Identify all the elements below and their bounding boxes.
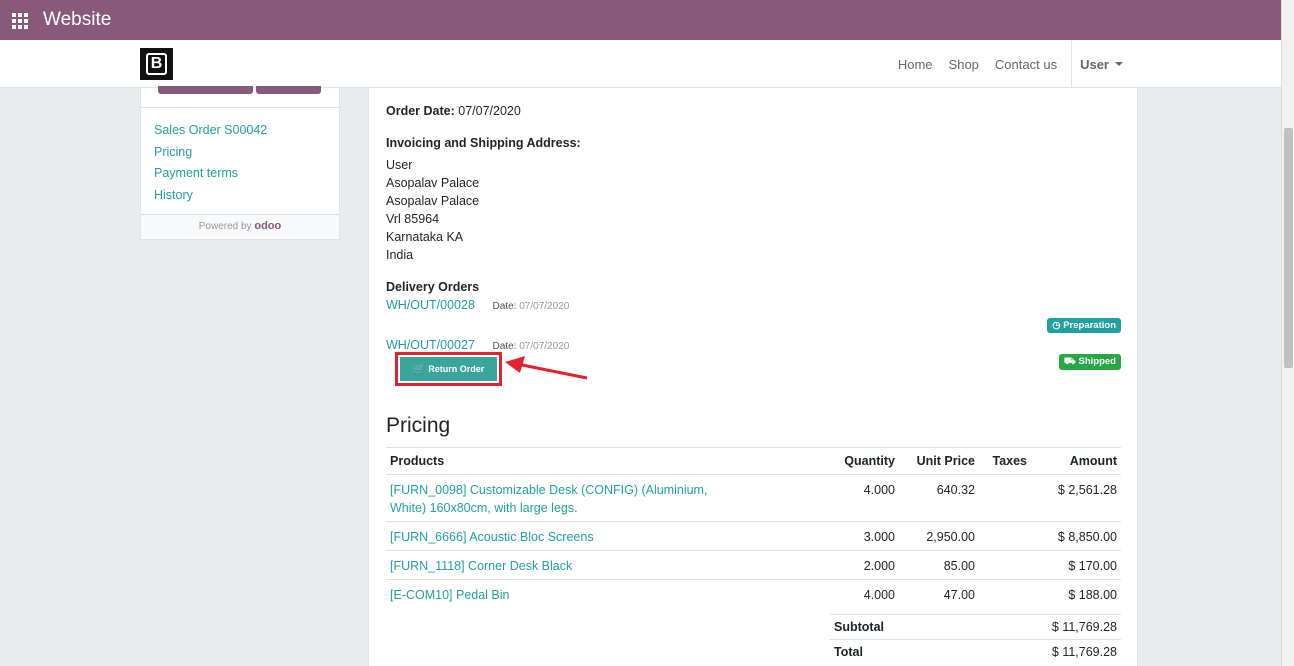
product-link[interactable]: [FURN_1118] Corner Desk Black (390, 559, 572, 573)
return-order-label: Return Order (428, 364, 485, 374)
pricing-heading: Pricing (386, 414, 451, 437)
address-line: User (386, 158, 413, 172)
user-menu[interactable]: User (1071, 40, 1131, 88)
website-navbar: B Home Shop Contact us User (0, 40, 1281, 88)
odoo-logo[interactable]: odoo (254, 220, 281, 232)
order-date: Order Date: 07/07/2020 (386, 102, 521, 120)
order-sidebar: Sales Order S00042 Pricing Payment terms… (140, 86, 340, 240)
product-link[interactable]: [E-COM10] Pedal Bin (390, 588, 510, 602)
col-products: Products (386, 447, 824, 475)
table-row: [FURN_1118] Corner Desk Black 2.000 85.0… (386, 550, 1121, 580)
table-row: [E-COM10] Pedal Bin 4.000 47.00 $ 188.00 (386, 580, 1121, 609)
subtotal-row: Subtotal $ 11,769.28 (830, 614, 1121, 640)
col-taxes: Taxes (979, 447, 1031, 475)
order-date-label: Order Date: (386, 104, 455, 118)
sidebar-action-button[interactable] (158, 86, 253, 94)
sidebar-link-sales-order[interactable]: Sales Order S00042 (154, 120, 326, 142)
taxes-cell (979, 474, 1031, 522)
price-cell: 640.32 (899, 474, 979, 522)
totals-table: Subtotal $ 11,769.28 Total $ 11,769.28 (830, 614, 1121, 664)
chevron-down-icon (1115, 62, 1123, 66)
scrollbar-thumb[interactable] (1284, 128, 1293, 368)
sidebar-link-history[interactable]: History (154, 185, 326, 207)
taxes-cell (979, 580, 1031, 609)
delivery-heading: Delivery Orders (386, 280, 480, 294)
return-order-highlight: 🛒 Return Order (395, 352, 502, 386)
address-block: User Asopalav Palace Asopalav Palace Vrl… (386, 156, 479, 264)
address-line: Asopalav Palace (386, 176, 480, 190)
app-topbar: Website (0, 0, 1281, 40)
table-row: [FURN_6666] Acoustic Bloc Screens 3.000 … (386, 521, 1121, 551)
col-unit-price: Unit Price (899, 447, 979, 475)
nav-links: Home Shop Contact us User (890, 40, 1131, 88)
qty-cell: 2.000 (824, 550, 899, 580)
company-logo[interactable]: B (140, 48, 173, 80)
amount-cell: $ 8,850.00 (1031, 521, 1121, 551)
delivery-date: Date: 07/07/2020 (492, 301, 570, 312)
sidebar-link-payment-terms[interactable]: Payment terms (154, 163, 326, 185)
powered-by: Powered by odoo (141, 215, 339, 237)
table-row: [FURN_0098] Customizable Desk (CONFIG) (… (386, 474, 1121, 522)
return-order-button[interactable]: 🛒 Return Order (400, 357, 497, 381)
price-cell: 2,950.00 (899, 521, 979, 551)
user-menu-label: User (1080, 56, 1109, 72)
sidebar-action-button[interactable] (256, 86, 321, 94)
nav-home-link[interactable]: Home (890, 57, 941, 72)
amount-cell: $ 170.00 (1031, 550, 1121, 580)
qty-cell: 3.000 (824, 521, 899, 551)
subtotal-value: $ 11,769.28 (958, 614, 1121, 640)
annotation-arrow (505, 356, 588, 380)
sidebar-actions (141, 86, 339, 108)
price-cell: 47.00 (943, 588, 975, 602)
delivery-row: WH/OUT/00028 Date: 07/07/2020 ◷ Preparat… (386, 296, 1121, 336)
apps-grid-icon[interactable] (12, 13, 28, 29)
app-title: Website (43, 9, 112, 30)
qty-cell: 4.000 (824, 474, 899, 522)
nav-contact-link[interactable]: Contact us (987, 57, 1065, 72)
amount-cell: $ 2,561.28 (1031, 474, 1121, 522)
address-heading: Invoicing and Shipping Address: (386, 136, 581, 150)
qty-cell: 4.000 (863, 588, 895, 602)
status-badge-shipped: ⛟ Shipped (1058, 354, 1121, 370)
amount-cell: $ 188.00 (1068, 588, 1117, 602)
address-line: Asopalav Palace (386, 194, 480, 208)
table-header-row: Products Quantity Unit Price Taxes Amoun… (386, 447, 1121, 475)
products-table: Products Quantity Unit Price Taxes Amoun… (386, 447, 1121, 608)
address-line: Vrl 85964 (386, 212, 440, 226)
subtotal-label: Subtotal (830, 614, 959, 640)
product-link[interactable]: [FURN_0098] Customizable Desk (CONFIG) (… (390, 483, 707, 515)
page-scrollbar[interactable] (1281, 0, 1294, 666)
sidebar-nav: Sales Order S00042 Pricing Payment terms… (141, 108, 339, 215)
delivery-ref-link[interactable]: WH/OUT/00027 (386, 338, 475, 352)
powered-by-label: Powered by (198, 221, 252, 232)
order-card: Order Date: 07/07/2020 Invoicing and Shi… (368, 88, 1138, 666)
nav-shop-link[interactable]: Shop (941, 57, 987, 72)
col-amount: Amount (1031, 447, 1121, 475)
total-value: $ 11,769.28 (958, 639, 1121, 664)
taxes-cell (979, 521, 1031, 551)
col-quantity: Quantity (824, 447, 899, 475)
product-link[interactable]: [FURN_6666] Acoustic Bloc Screens (390, 530, 594, 544)
cart-icon: 🛒 (412, 363, 426, 375)
price-cell: 85.00 (899, 550, 979, 580)
total-label: Total (830, 639, 959, 664)
status-badge-preparation: ◷ Preparation (1047, 318, 1121, 333)
delivery-date: Date: 07/07/2020 (492, 341, 570, 352)
sidebar-link-pricing[interactable]: Pricing (154, 142, 326, 164)
order-date-value: 07/07/2020 (458, 104, 521, 118)
total-row: Total $ 11,769.28 (830, 639, 1121, 664)
delivery-ref-link[interactable]: WH/OUT/00028 (386, 298, 475, 312)
address-line: Karnataka KA (386, 230, 464, 244)
taxes-cell (979, 550, 1031, 580)
address-line: India (386, 248, 414, 262)
